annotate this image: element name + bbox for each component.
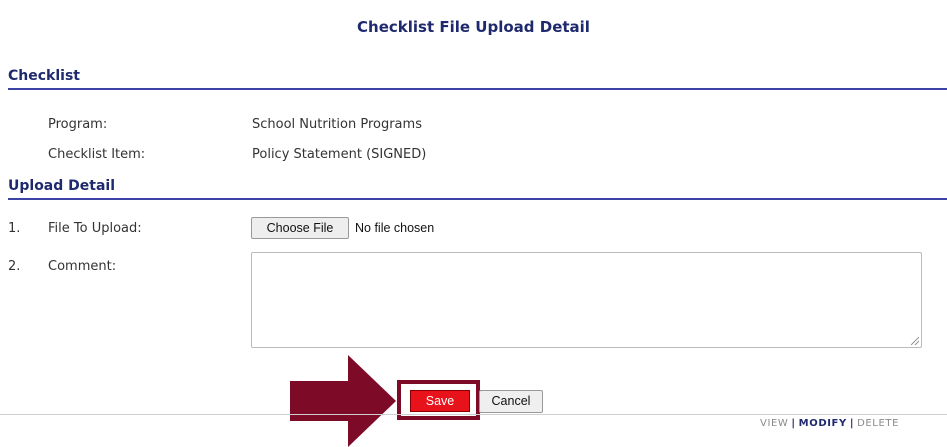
- checklist-item-value: Policy Statement (SIGNED): [252, 147, 427, 162]
- save-button[interactable]: Save: [410, 390, 470, 412]
- cancel-button[interactable]: Cancel: [479, 390, 543, 413]
- program-label: Program:: [48, 117, 108, 132]
- footer-links: VIEW | MODIFY | DELETE: [760, 418, 899, 429]
- row-number-2: 2.: [8, 259, 21, 274]
- right-arrow-icon: [290, 355, 396, 447]
- checklist-divider: [8, 88, 947, 90]
- resize-grip-icon[interactable]: [911, 337, 919, 345]
- choose-file-button[interactable]: Choose File: [251, 217, 349, 239]
- footer-separator: |: [849, 418, 855, 429]
- upload-divider: [8, 198, 947, 200]
- delete-link[interactable]: DELETE: [857, 418, 899, 429]
- no-file-chosen-text: No file chosen: [355, 221, 435, 235]
- row-number-1: 1.: [8, 221, 21, 236]
- page-title: Checklist File Upload Detail: [357, 18, 590, 36]
- checklist-item-label: Checklist Item:: [48, 147, 146, 162]
- modify-link[interactable]: MODIFY: [799, 418, 847, 429]
- comment-textarea[interactable]: [251, 252, 922, 348]
- footer-divider: [0, 414, 947, 415]
- footer-separator: |: [791, 418, 796, 429]
- comment-label: Comment:: [48, 259, 117, 274]
- file-upload-label: File To Upload:: [48, 221, 142, 236]
- upload-section-heading: Upload Detail: [8, 178, 116, 194]
- program-value: School Nutrition Programs: [252, 117, 422, 132]
- checklist-section-heading: Checklist: [8, 68, 80, 84]
- view-link[interactable]: VIEW: [760, 418, 788, 429]
